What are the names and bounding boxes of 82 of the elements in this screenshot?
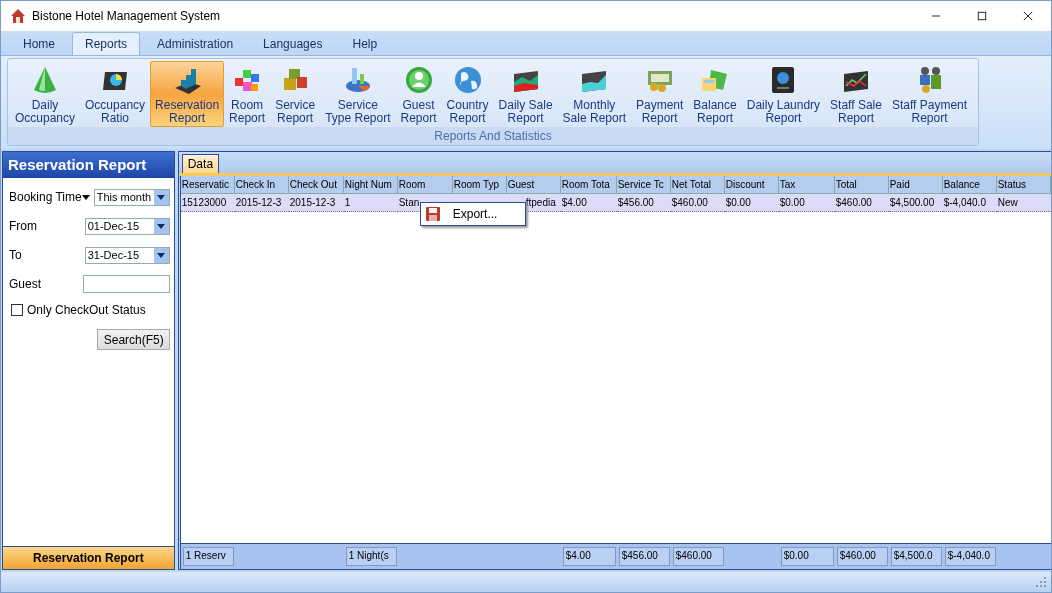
column-header[interactable]: Guest <box>506 176 561 194</box>
table-cell: $456.00 <box>616 194 671 212</box>
column-header[interactable]: Room Typ <box>452 176 507 194</box>
summary-cell: $4,500.0 <box>890 547 942 566</box>
window-title: Bistone Hotel Management System <box>32 9 221 23</box>
summary-cell: $0.00 <box>780 547 834 566</box>
resize-grip-icon[interactable] <box>1035 576 1047 588</box>
field-label: From <box>9 219 38 233</box>
menu-tab[interactable]: Help <box>339 32 391 55</box>
ribbon-button[interactable]: Service Type Report <box>320 61 396 127</box>
table-cell: $-4,040.0 <box>942 194 997 212</box>
ribbon-button[interactable]: Daily Occupancy <box>10 61 81 127</box>
caret-icon <box>157 223 166 229</box>
column-header[interactable]: Status <box>996 176 1051 194</box>
field-label: Guest <box>9 277 42 291</box>
table-cell: 15123000 <box>180 194 235 212</box>
ribbon-button[interactable]: Service Report <box>270 61 321 127</box>
table-cell: $0.00 <box>724 194 779 212</box>
summary-cell: 1 Night(s <box>345 547 397 566</box>
guest-input[interactable] <box>82 275 170 293</box>
ribbon-button[interactable]: Daily Sale Report <box>493 61 558 127</box>
ribbon-button[interactable]: Occupancy Ratio <box>80 61 151 127</box>
ribbon-button[interactable]: Balance Report <box>688 61 742 127</box>
column-header[interactable]: Check In <box>234 176 289 194</box>
house-icon <box>10 8 26 24</box>
ribbon-button[interactable]: Room Report <box>224 61 271 127</box>
table-cell: $4,500.00 <box>888 194 943 212</box>
field-label: To <box>9 248 23 262</box>
ribbon-button[interactable]: Reservation Report <box>150 61 225 127</box>
table-cell: $460.00 <box>834 194 889 212</box>
column-header[interactable]: Total <box>834 176 889 194</box>
table-cell: $0.00 <box>778 194 835 212</box>
ribbon-button[interactable]: Monthly Sale Report <box>557 61 631 127</box>
column-header[interactable]: Room Tota <box>560 176 617 194</box>
ribbon-button[interactable]: Payment Report <box>631 61 689 127</box>
column-header[interactable]: Night Num <box>343 176 398 194</box>
summary-cell: $-4,040.0 <box>944 547 996 566</box>
summary-cell: $460.00 <box>672 547 724 566</box>
date-picker[interactable]: 01-Dec-15 <box>84 217 170 235</box>
booking-time-dropdown[interactable]: This month <box>93 188 170 206</box>
ribbon-button[interactable]: Staff Payment Report <box>886 61 973 127</box>
column-header[interactable]: Discount <box>724 176 779 194</box>
ribbon-button[interactable]: Guest Report <box>395 61 442 127</box>
field-label: Booking Time <box>9 190 82 204</box>
column-header[interactable]: Net Total <box>670 176 725 194</box>
ribbon-button[interactable]: Country Report <box>441 61 494 127</box>
column-header[interactable]: Check Out <box>288 176 344 194</box>
menu-tab[interactable]: Reports <box>72 32 141 55</box>
column-header[interactable]: Paid <box>888 176 943 194</box>
menu-tab[interactable]: Administration <box>144 32 247 55</box>
checkbox-label: Only CheckOut Status <box>27 303 146 317</box>
menu-tab[interactable]: Home <box>10 32 68 55</box>
summary-cell: $460.00 <box>836 547 888 566</box>
table-cell: $460.00 <box>670 194 725 212</box>
column-header[interactable]: Tax <box>778 176 835 194</box>
summary-cell: 1 Reserv <box>182 547 234 566</box>
menu-tab[interactable]: Languages <box>250 32 336 55</box>
column-header[interactable]: Balance <box>942 176 997 194</box>
caret-icon[interactable] <box>81 194 90 200</box>
summary-cell: $4.00 <box>562 547 616 566</box>
caret-icon <box>157 194 166 200</box>
table-cell: 2015-12-3 <box>288 194 344 212</box>
column-header[interactable]: Service Tc <box>616 176 671 194</box>
date-picker[interactable]: 31-Dec-15 <box>84 246 170 264</box>
ribbon-button[interactable]: Staff Sale Report <box>825 61 887 127</box>
data-tab[interactable]: Data <box>181 154 220 173</box>
group-label: Reports And Statistics <box>8 127 978 145</box>
table-cell-text: ftpedia <box>524 196 556 210</box>
table-cell: $4.00 <box>560 194 617 212</box>
summary-cell: $456.00 <box>618 547 670 566</box>
caret-icon <box>157 252 166 258</box>
ribbon-button[interactable]: Daily Laundry Report <box>741 61 826 127</box>
checkbox[interactable] <box>11 304 23 316</box>
panel-footer: Reservation Report <box>3 546 174 569</box>
menu-item[interactable]: Export... <box>420 203 525 225</box>
table-cell: 2015-12-3 <box>234 194 289 212</box>
table-cell: 1 <box>343 194 398 212</box>
panel-title: Reservation Report <box>3 152 174 178</box>
column-header[interactable]: Reservatic <box>180 176 235 194</box>
column-header[interactable]: Room <box>397 176 453 194</box>
table-cell: New <box>996 194 1051 212</box>
search-button[interactable]: Search(F5) <box>96 329 170 350</box>
